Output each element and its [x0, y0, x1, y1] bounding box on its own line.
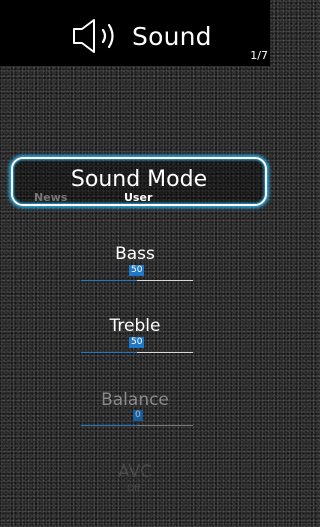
sound-mode-option-selected[interactable]: User — [124, 191, 152, 204]
avc-label: AVC — [117, 462, 153, 482]
sound-mode-label: Sound Mode — [70, 167, 208, 192]
bass-slider-fill — [81, 280, 137, 281]
sound-mode-selector[interactable]: Sound Mode News User — [11, 157, 267, 206]
header-bar: Sound 1/7 — [0, 0, 270, 66]
avc-value: Off — [127, 484, 141, 494]
treble-label: Treble — [109, 316, 161, 336]
sound-mode-option-prev[interactable]: News — [34, 191, 67, 204]
treble-value: 50 — [129, 337, 145, 348]
page-indicator: 1/7 — [250, 49, 268, 62]
balance-value: 0 — [133, 410, 143, 421]
bass-label: Bass — [115, 244, 155, 264]
balance-slider-fill — [81, 425, 137, 426]
treble-slider-fill — [81, 352, 137, 353]
page-title: Sound — [132, 21, 212, 51]
speaker-icon — [73, 19, 114, 53]
bass-value: 50 — [129, 265, 145, 276]
balance-label: Balance — [101, 390, 169, 410]
header-title-group: Sound — [72, 16, 212, 56]
